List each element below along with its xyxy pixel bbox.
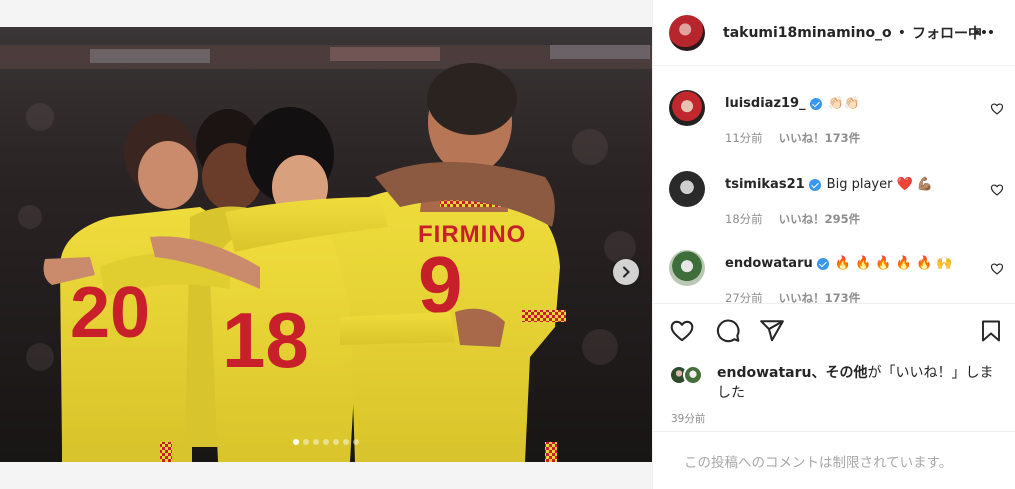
liked-by-avatars[interactable] xyxy=(669,365,709,387)
comment-avatar[interactable] xyxy=(669,90,705,126)
action-bar xyxy=(669,318,1004,348)
comment-avatar[interactable] xyxy=(669,250,705,286)
liked-by-user[interactable]: endowataru xyxy=(717,365,812,381)
header-separator: • xyxy=(897,24,906,41)
jersey-number-center: 18 xyxy=(222,296,309,384)
instagram-post-view: FIRMINO 9 20 18 9 xyxy=(0,0,1015,489)
comment-text: Big player ❤️ 💪🏽 xyxy=(826,177,934,192)
post-media[interactable]: FIRMINO 9 20 18 9 xyxy=(0,27,652,462)
comments-restricted-notice: この投稿へのコメントは制限されています。 xyxy=(653,431,1015,489)
liked-by: endowataru、その他が「いいね！」しました xyxy=(669,363,1004,403)
verified-badge-icon xyxy=(816,257,829,270)
comment-time[interactable]: 27分前 xyxy=(725,291,763,303)
comment-heart-icon[interactable] xyxy=(990,102,1004,116)
comment-icon[interactable] xyxy=(715,318,741,344)
post-photo: FIRMINO 9 20 18 9 xyxy=(0,27,652,462)
comment-time[interactable]: 18分前 xyxy=(725,212,763,226)
carousel-indicator xyxy=(0,439,652,445)
author-avatar[interactable] xyxy=(669,14,705,51)
comment-time[interactable]: 11分前 xyxy=(725,131,763,145)
verified-badge-icon xyxy=(808,178,821,191)
jersey-number-left: 20 xyxy=(70,273,150,353)
comment-avatar[interactable] xyxy=(669,171,705,207)
comment-username[interactable]: luisdiaz19_ xyxy=(725,96,806,111)
post-timestamp[interactable]: 39分前 xyxy=(671,411,705,426)
post-header: takumi18minamino_o • フォロー中 xyxy=(653,0,1015,66)
verified-badge-icon xyxy=(809,97,822,110)
post-sidebar: takumi18minamino_o • フォロー中 luisdiaz19_ 👏🏻… xyxy=(652,0,1015,489)
carousel-dot[interactable] xyxy=(303,439,309,445)
carousel-dot[interactable] xyxy=(313,439,319,445)
comment-likes[interactable]: いいね！173件 xyxy=(779,131,861,145)
comment-text: 🔥 🔥 🔥 🔥 🔥 🙌 xyxy=(834,256,953,271)
comment-heart-icon[interactable] xyxy=(990,262,1004,276)
liked-by-others[interactable]: 、その他 xyxy=(812,365,868,381)
comment-list[interactable]: luisdiaz19_ 👏🏻👏🏻 11分前 いいね！173件 tsimikas21 Big… xyxy=(653,66,1015,304)
carousel-dot[interactable] xyxy=(333,439,339,445)
carousel-dot[interactable] xyxy=(293,439,299,445)
carousel-dot[interactable] xyxy=(353,439,359,445)
carousel-dot[interactable] xyxy=(343,439,349,445)
heart-icon[interactable] xyxy=(669,318,695,344)
send-icon[interactable] xyxy=(759,318,785,344)
author-username[interactable]: takumi18minamino_o xyxy=(723,25,892,41)
comment-likes[interactable]: いいね！295件 xyxy=(779,212,861,226)
comment-text: 👏🏻👏🏻 xyxy=(827,96,860,111)
comment-heart-icon[interactable] xyxy=(990,183,1004,197)
chevron-right-icon xyxy=(623,266,630,278)
more-horizontal-icon[interactable] xyxy=(975,22,997,42)
bookmark-icon[interactable] xyxy=(979,318,1003,344)
comment-likes[interactable]: いいね！173件 xyxy=(779,291,861,303)
comment-username[interactable]: tsimikas21 xyxy=(725,177,805,192)
carousel-next-button[interactable] xyxy=(613,259,639,285)
carousel-dot[interactable] xyxy=(323,439,329,445)
following-button[interactable]: フォロー中 xyxy=(912,23,982,43)
comment-username[interactable]: endowataru xyxy=(725,256,813,271)
